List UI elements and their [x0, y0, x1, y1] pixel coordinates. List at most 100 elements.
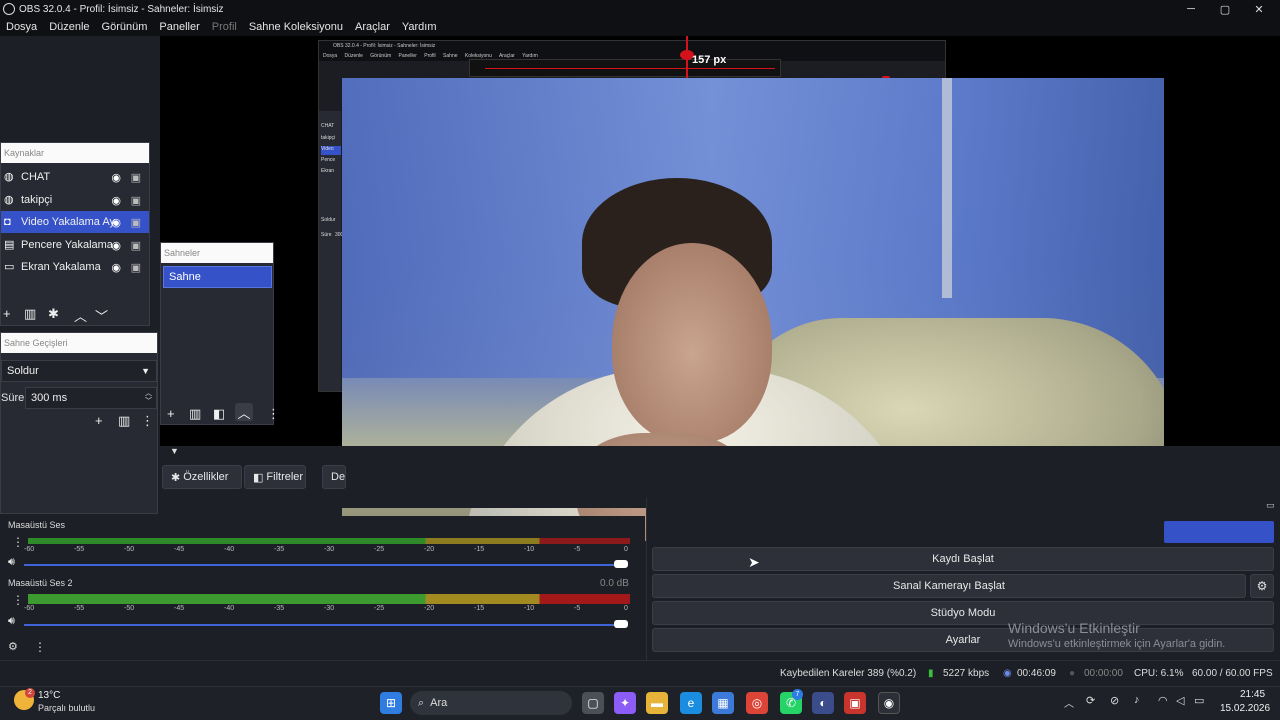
start-streaming-button[interactable]: [1164, 521, 1274, 543]
menu-file[interactable]: Dosya: [6, 21, 37, 33]
source-item[interactable]: ◍ CHAT ◉ ▣: [1, 166, 149, 188]
battery-icon[interactable]: ▭: [1194, 694, 1204, 707]
gear-icon: ✱: [171, 471, 181, 484]
meter-scale: -60 -55 -50 -45 -40 -35 -30 -25 -20 -15 -10 -5 0: [24, 605, 628, 612]
volume-icon[interactable]: ◁: [1176, 694, 1184, 707]
move-up-button[interactable]: ︿: [74, 306, 87, 325]
file-explorer-icon[interactable]: ▬: [646, 692, 668, 714]
filters-button[interactable]: ◧ Filtreler: [244, 465, 306, 489]
wifi-icon[interactable]: ◠: [1158, 694, 1168, 707]
chrome-icon[interactable]: ◎: [746, 692, 768, 714]
duration-field[interactable]: 300 ms ︿ ﹀: [25, 387, 157, 409]
duration-label: Süre: [1, 392, 25, 404]
lock-icon[interactable]: ▣: [131, 194, 141, 207]
remove-transition-button[interactable]: ▥: [118, 413, 130, 429]
tray-expand-icon[interactable]: ︿: [1064, 695, 1074, 710]
bitrate: 5227 kbps: [943, 668, 990, 679]
meter-scale: -60 -55 -50 -45 -40 -35 -30 -25 -20 -15 -10 -5 0: [24, 546, 628, 553]
scenes-more-button[interactable]: ⋮: [267, 406, 280, 422]
sources-dock: Kaynaklar ◍ CHAT ◉ ▣ ◍ takipçi ◉ ▣ ◘ Vid…: [0, 142, 150, 326]
volume-knob[interactable]: [614, 620, 628, 628]
close-button[interactable]: ✕: [1242, 0, 1276, 18]
nested-duration-label: Süre: [321, 232, 332, 238]
menu-docks[interactable]: Paneller: [159, 21, 199, 33]
speaker-icon[interactable]: 🔊︎: [8, 615, 15, 628]
source-item[interactable]: ▭ Ekran Yakalama ◉ ▣: [1, 256, 149, 278]
app-icon[interactable]: ▣: [844, 692, 866, 714]
add-scene-button[interactable]: +: [167, 406, 175, 421]
scene-filters-button[interactable]: ◧: [213, 406, 225, 422]
edge-icon[interactable]: e: [680, 692, 702, 714]
source-properties-button[interactable]: ✱: [48, 306, 59, 322]
virtualcam-gear-icon[interactable]: ⚙︎: [1250, 574, 1274, 598]
track-name: Masaüstü Ses 2: [8, 578, 73, 588]
source-item-selected[interactable]: ◘ Video Yakalama Ay ◉ ▣: [1, 211, 149, 233]
remove-scene-button[interactable]: ▥: [189, 406, 201, 422]
menu-edit[interactable]: Düzenle: [49, 21, 89, 33]
app-icon[interactable]: ◐: [812, 692, 834, 714]
signal-icon: ▮: [928, 668, 934, 679]
undock-icon[interactable]: ▭: [1266, 500, 1275, 511]
mixer-menu-icon[interactable]: ⋮: [34, 640, 46, 654]
task-view-icon[interactable]: ▢: [582, 692, 604, 714]
dropped-frames: Kaybedilen Kareler 389 (%0.2): [780, 668, 917, 679]
store-icon[interactable]: ▦: [712, 692, 734, 714]
lock-icon[interactable]: ▣: [131, 171, 141, 184]
lock-icon[interactable]: ▣: [131, 239, 141, 252]
deinterlace-button[interactable]: De: [322, 465, 346, 489]
collapse-icon[interactable]: ▼: [170, 446, 179, 456]
menu-view[interactable]: Görünüm: [102, 21, 148, 33]
menu-scene-collection[interactable]: Sahne Koleksiyonu: [249, 21, 343, 33]
start-recording-button[interactable]: Kaydı Başlat: [652, 547, 1274, 571]
source-item[interactable]: ◍ takipçi ◉ ▣: [1, 189, 149, 211]
search-label: Ara: [430, 697, 448, 709]
eye-icon[interactable]: ◉: [111, 171, 121, 184]
weather-desc: Parçalı bulutlu: [38, 703, 96, 713]
search-box[interactable]: ⌕ Ara: [410, 691, 572, 715]
source-item[interactable]: ▤ Pencere Yakalama ◉ ▣: [1, 234, 149, 256]
track-menu-icon[interactable]: ⋮: [12, 536, 24, 548]
chevron-down-icon: ▼: [141, 366, 150, 376]
mixer-settings-icon[interactable]: ⚙︎: [8, 640, 18, 653]
source-label: CHAT: [21, 171, 51, 183]
volume-slider[interactable]: [24, 624, 624, 626]
minimize-button[interactable]: ─: [1174, 0, 1208, 18]
scene-item[interactable]: Sahne: [163, 266, 272, 288]
copilot-icon[interactable]: ✦: [614, 692, 636, 714]
lock-icon[interactable]: ▣: [131, 216, 141, 229]
start-icon[interactable]: ⊞: [380, 692, 402, 714]
remove-source-button[interactable]: ▥: [24, 306, 36, 322]
volume-knob[interactable]: [614, 560, 628, 568]
transition-select[interactable]: Soldur ▼: [1, 360, 157, 382]
transitions-title: Sahne Geçişleri: [1, 333, 157, 353]
volume-slider[interactable]: [24, 564, 624, 566]
maximize-button[interactable]: ▢: [1208, 0, 1242, 18]
add-transition-button[interactable]: +: [95, 413, 103, 428]
start-virtualcam-button[interactable]: Sanal Kamerayı Başlat: [652, 574, 1246, 598]
stepper-icon[interactable]: ︿ ﹀: [145, 390, 152, 406]
menu-tools[interactable]: Araçlar: [355, 21, 390, 33]
source-label: Video Yakalama Ay: [21, 216, 115, 228]
speaker-icon[interactable]: 🔊︎: [8, 556, 15, 569]
scene-move-up-button[interactable]: ︿: [235, 403, 253, 421]
obs-taskbar-icon[interactable]: ◉: [878, 692, 900, 714]
properties-button[interactable]: ✱ Özellikler: [162, 465, 242, 489]
sync-icon[interactable]: ⟳: [1086, 694, 1095, 707]
eye-icon[interactable]: ◉: [111, 261, 121, 274]
move-down-button[interactable]: ﹀: [95, 306, 108, 325]
menu-profile[interactable]: Profil: [212, 21, 237, 33]
add-source-button[interactable]: +: [3, 306, 11, 321]
eye-icon[interactable]: ◉: [111, 194, 121, 207]
eye-icon[interactable]: ◉: [111, 239, 121, 252]
source-label: Pencere Yakalama: [21, 239, 113, 251]
transition-more-button[interactable]: ⋮: [141, 413, 154, 429]
track-menu-icon[interactable]: ⋮: [12, 594, 24, 606]
lock-icon[interactable]: ▣: [131, 261, 141, 274]
clock-date[interactable]: 15.02.2026: [1220, 703, 1270, 714]
network-off-icon[interactable]: ⊘: [1110, 694, 1119, 707]
microphone-icon[interactable]: ♪: [1134, 694, 1140, 706]
menu-help[interactable]: Yardım: [402, 21, 437, 33]
eye-icon[interactable]: ◉: [111, 216, 121, 229]
sources-title: Kaynaklar: [1, 143, 149, 163]
clock-time[interactable]: 21:45: [1240, 689, 1265, 700]
